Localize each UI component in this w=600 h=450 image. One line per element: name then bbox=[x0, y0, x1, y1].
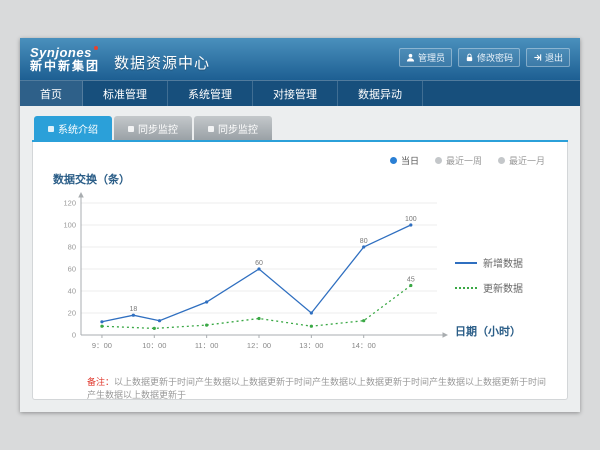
svg-text:20: 20 bbox=[68, 309, 76, 318]
tab-icon bbox=[128, 126, 134, 132]
tab-bar: 系统介绍 同步监控 同步监控 bbox=[32, 116, 568, 140]
admin-user-label: 管理员 bbox=[418, 51, 445, 64]
filter-today[interactable]: 当日 bbox=[390, 154, 419, 167]
y-axis-title: 数据交换（条） bbox=[53, 171, 553, 187]
admin-user-button[interactable]: 管理员 bbox=[399, 48, 452, 67]
svg-text:60: 60 bbox=[68, 265, 76, 274]
filter-label: 最近一月 bbox=[509, 154, 545, 167]
svg-text:11：00: 11：00 bbox=[195, 341, 219, 350]
series-legend: 新增数据 更新数据 日期（小时） bbox=[451, 189, 547, 361]
chart-panel: 当日 最近一周 最近一月 数据交换（条） 0 20 40 60 80 100 120 9：00… bbox=[32, 142, 568, 400]
dot-icon bbox=[390, 157, 397, 164]
dot-icon bbox=[498, 157, 505, 164]
filter-last-month[interactable]: 最近一月 bbox=[498, 154, 545, 167]
svg-text:80: 80 bbox=[360, 238, 368, 245]
svg-text:100: 100 bbox=[405, 216, 417, 223]
logout-icon bbox=[533, 53, 542, 62]
change-password-label: 修改密码 bbox=[477, 51, 513, 64]
footnote-text: 以上数据更新于时间产生数据以上数据更新于时间产生数据以上数据更新于时间产生数据以… bbox=[87, 377, 546, 400]
logo-wordmark: Synjones bbox=[30, 46, 100, 60]
tab-icon bbox=[48, 126, 54, 132]
legend-label: 更新数据 bbox=[483, 280, 523, 295]
x-axis-title: 日期（小时） bbox=[455, 323, 521, 339]
svg-text:12：00: 12：00 bbox=[247, 341, 271, 350]
filter-last-week[interactable]: 最近一周 bbox=[435, 154, 482, 167]
app-window: Synjones 新中新集团 数据资源中心 管理员 修改密码 退出 bbox=[20, 38, 580, 412]
solid-line-icon bbox=[455, 262, 477, 264]
chart-row: 0 20 40 60 80 100 120 9：00 10：00 11：00 12：00 13：00 1… bbox=[47, 189, 553, 361]
nav-item-home[interactable]: 首页 bbox=[20, 81, 83, 106]
nav-item-system-mgmt[interactable]: 系统管理 bbox=[168, 81, 253, 106]
app-header: Synjones 新中新集团 数据资源中心 管理员 修改密码 退出 bbox=[20, 38, 580, 80]
filter-label: 最近一周 bbox=[446, 154, 482, 167]
svg-text:10：00: 10：00 bbox=[142, 341, 166, 350]
logout-button[interactable]: 退出 bbox=[526, 48, 570, 67]
change-password-button[interactable]: 修改密码 bbox=[458, 48, 520, 67]
nav-item-standard-mgmt[interactable]: 标准管理 bbox=[83, 81, 168, 106]
svg-text:18: 18 bbox=[129, 306, 137, 313]
tab-label: 同步监控 bbox=[218, 121, 258, 136]
svg-text:13：00: 13：00 bbox=[299, 341, 323, 350]
filter-label: 当日 bbox=[401, 154, 419, 167]
footnote-label: 备注： bbox=[87, 377, 114, 387]
tab-sync-monitor-1[interactable]: 同步监控 bbox=[114, 116, 192, 140]
line-chart: 0 20 40 60 80 100 120 9：00 10：00 11：00 12：00 13：00 1… bbox=[47, 189, 451, 361]
tab-system-intro[interactable]: 系统介绍 bbox=[34, 116, 112, 140]
period-filter-legend: 当日 最近一周 最近一月 bbox=[47, 150, 553, 169]
dotted-line-icon bbox=[455, 287, 477, 289]
footnote: 备注：以上数据更新于时间产生数据以上数据更新于时间产生数据以上数据更新于时间产生… bbox=[47, 375, 553, 401]
dot-icon bbox=[435, 157, 442, 164]
lock-icon bbox=[465, 53, 474, 62]
user-icon bbox=[406, 53, 415, 62]
svg-text:0: 0 bbox=[72, 331, 76, 340]
svg-text:40: 40 bbox=[68, 287, 76, 296]
svg-text:45: 45 bbox=[407, 277, 415, 284]
desktop-background: Synjones 新中新集团 数据资源中心 管理员 修改密码 退出 bbox=[0, 0, 600, 450]
page-title: 数据资源中心 bbox=[114, 52, 210, 73]
content-area: 系统介绍 同步监控 同步监控 当日 bbox=[20, 106, 580, 412]
logout-label: 退出 bbox=[545, 51, 563, 64]
nav-item-interface-mgmt[interactable]: 对接管理 bbox=[253, 81, 338, 106]
tab-label: 系统介绍 bbox=[58, 121, 98, 136]
svg-text:120: 120 bbox=[63, 199, 76, 208]
logo: Synjones 新中新集团 bbox=[30, 46, 100, 72]
main-nav: 首页 标准管理 系统管理 对接管理 数据异动 bbox=[20, 80, 580, 106]
logo-company-name: 新中新集团 bbox=[30, 60, 100, 73]
tab-sync-monitor-2[interactable]: 同步监控 bbox=[194, 116, 272, 140]
tab-label: 同步监控 bbox=[138, 121, 178, 136]
legend-new-data[interactable]: 新增数据 bbox=[455, 255, 547, 270]
svg-text:9：00: 9：00 bbox=[92, 341, 112, 350]
legend-update-data[interactable]: 更新数据 bbox=[455, 280, 547, 295]
svg-text:14：00: 14：00 bbox=[352, 341, 376, 350]
svg-text:80: 80 bbox=[68, 243, 76, 252]
tab-icon bbox=[208, 126, 214, 132]
svg-text:60: 60 bbox=[255, 260, 263, 267]
nav-item-data-change[interactable]: 数据异动 bbox=[338, 81, 423, 106]
header-actions: 管理员 修改密码 退出 bbox=[399, 48, 570, 67]
svg-text:100: 100 bbox=[63, 221, 76, 230]
legend-label: 新增数据 bbox=[483, 255, 523, 270]
